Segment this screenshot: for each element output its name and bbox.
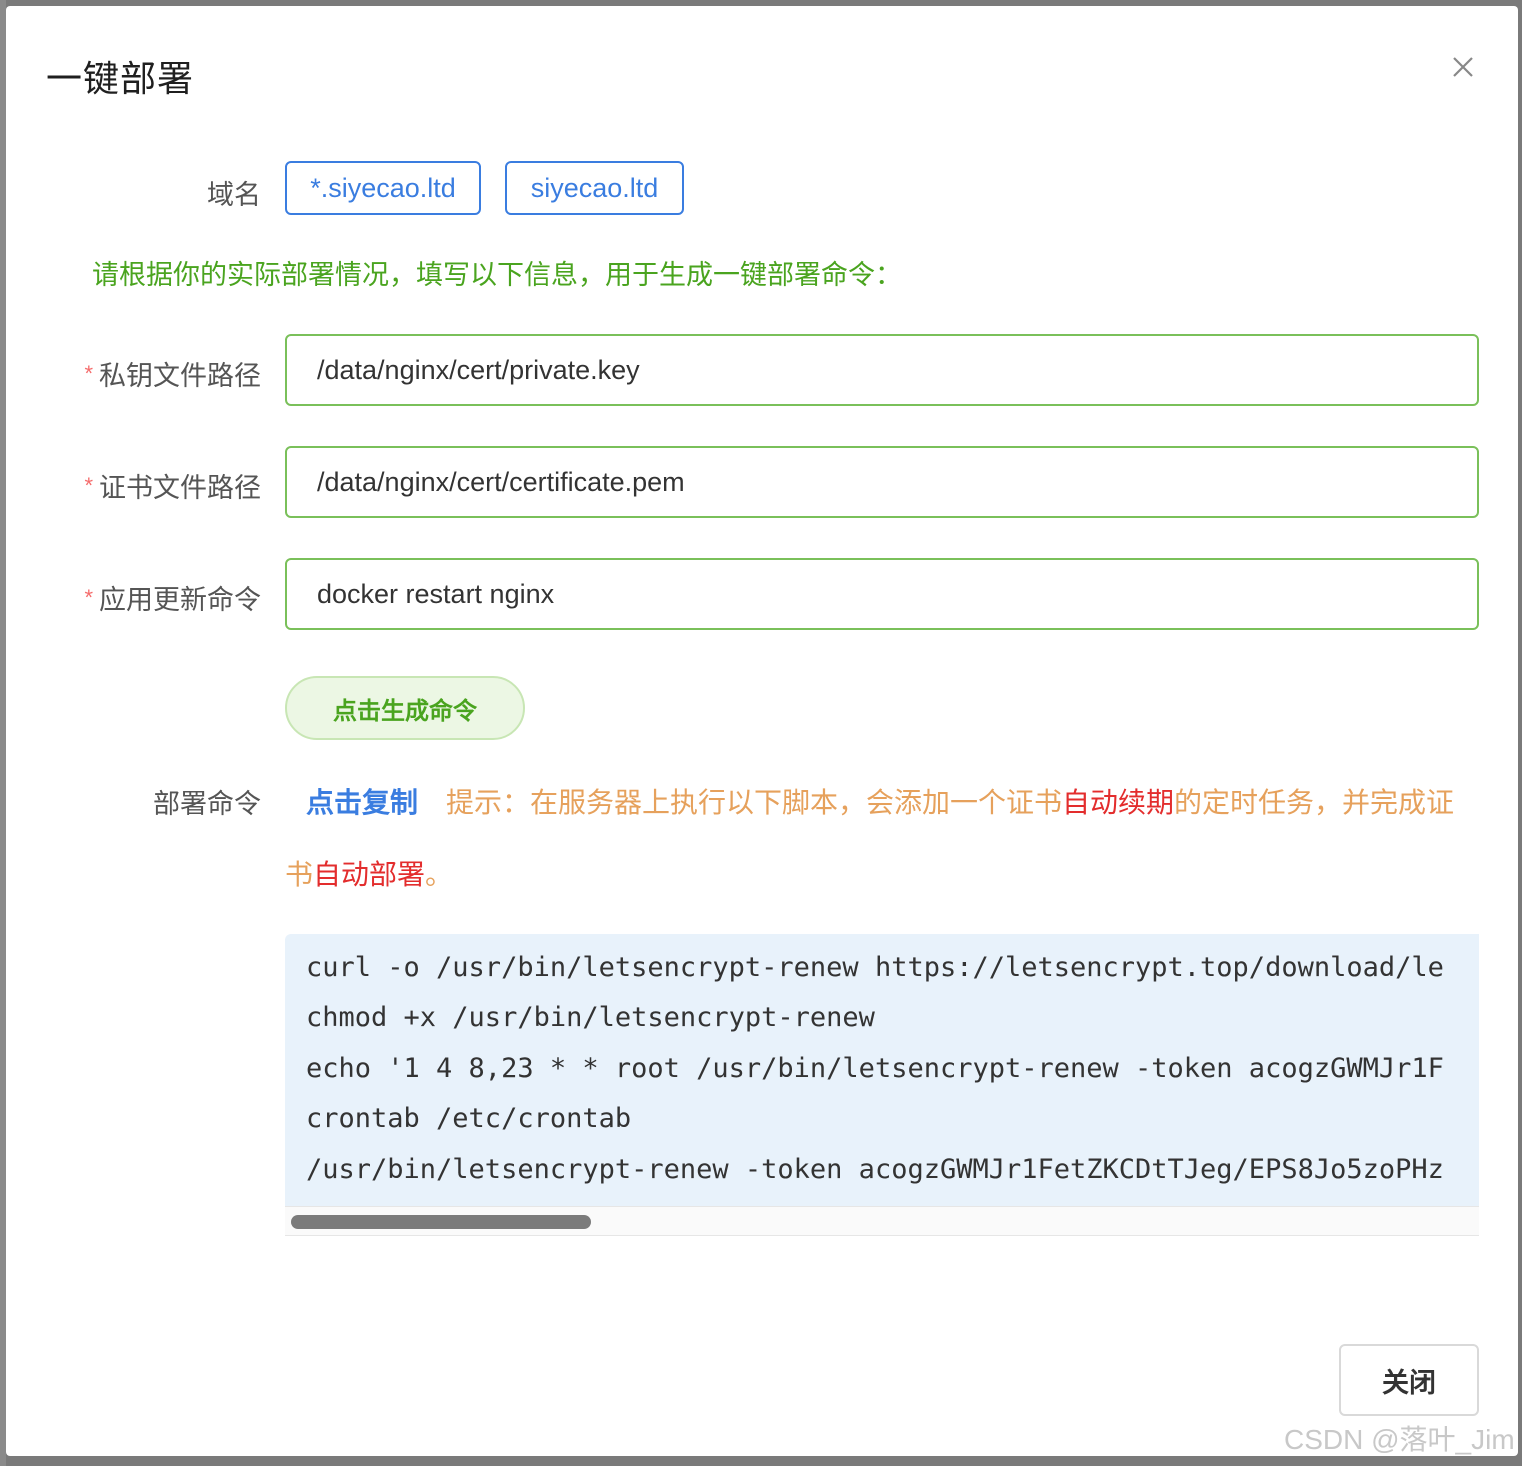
horizontal-scrollbar[interactable] <box>285 1206 1479 1236</box>
code-line: /usr/bin/letsencrypt-renew -token acogzG… <box>306 1154 1444 1185</box>
code-line: crontab /etc/crontab <box>306 1103 632 1134</box>
required-mark: * <box>84 585 93 610</box>
update-command-input[interactable]: docker restart nginx <box>285 558 1479 630</box>
generate-command-button[interactable]: 点击生成命令 <box>285 676 525 740</box>
code-line: chmod +x /usr/bin/letsencrypt-renew <box>306 1002 875 1033</box>
scrollbar-thumb[interactable] <box>291 1215 591 1229</box>
instruction-text: 请根据你的实际部署情况，填写以下信息，用于生成一键部署命令： <box>92 260 902 290</box>
domain-tag-wildcard: *.siyecao.ltd <box>285 161 481 215</box>
certificate-label: * 证书文件路径 <box>84 473 261 503</box>
required-mark: * <box>84 473 93 498</box>
close-button[interactable]: 关闭 <box>1339 1344 1479 1416</box>
watermark: CSDN @落叶_Jim <box>1284 1424 1515 1455</box>
deploy-command-label: 部署命令 <box>153 789 261 819</box>
deploy-dialog: 一键部署 域名 *.siyecao.ltd siyecao.ltd 请根据你的实… <box>6 6 1518 1456</box>
certificate-input[interactable]: /data/nginx/cert/certificate.pem <box>285 446 1479 518</box>
tip-text-continued: 书自动部署。 <box>285 859 454 890</box>
update-command-label: * 应用更新命令 <box>84 585 261 615</box>
command-code-block[interactable]: curl -o /usr/bin/letsencrypt-renew https… <box>285 934 1479 1234</box>
dialog-title: 一键部署 <box>46 58 195 99</box>
tip-text: 提示：在服务器上执行以下脚本，会添加一个证书自动续期的定时任务，并完成证 <box>446 787 1455 818</box>
domain-tag-root: siyecao.ltd <box>505 161 684 215</box>
code-line: echo '1 4 8,23 * * root /usr/bin/letsenc… <box>306 1053 1444 1084</box>
private-key-input[interactable]: /data/nginx/cert/private.key <box>285 334 1479 406</box>
close-icon[interactable] <box>1446 50 1480 84</box>
code-line: curl -o /usr/bin/letsencrypt-renew https… <box>306 952 1444 983</box>
private-key-label: * 私钥文件路径 <box>84 361 261 391</box>
domain-label: 域名 <box>207 180 261 210</box>
copy-link[interactable]: 点击复制 <box>306 781 418 821</box>
required-mark: * <box>84 361 93 386</box>
